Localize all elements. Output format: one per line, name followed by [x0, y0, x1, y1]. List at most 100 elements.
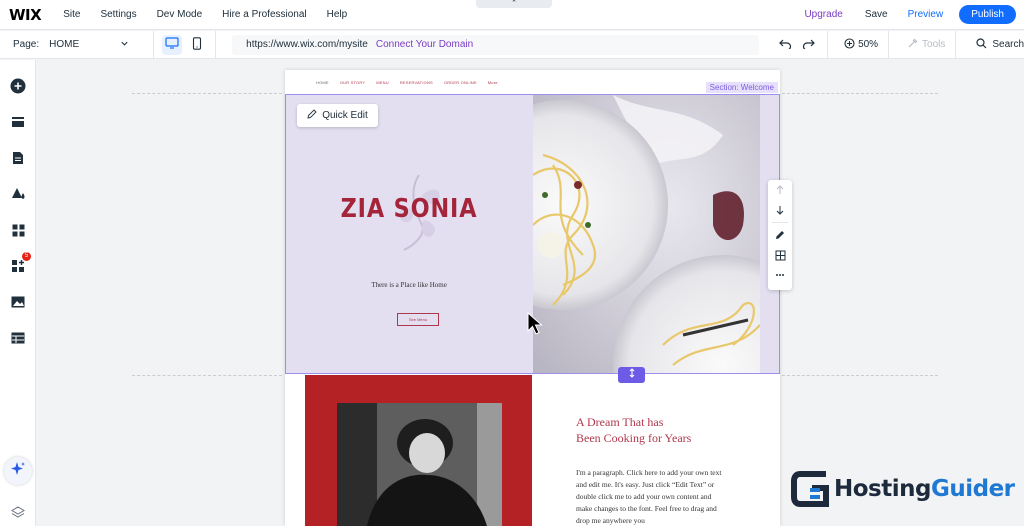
menu-hire-professional[interactable]: Hire a Professional [222, 9, 306, 20]
zoom-control[interactable]: 50% [844, 37, 879, 52]
section-guide-line [782, 375, 938, 376]
publish-button[interactable]: Publish [959, 5, 1016, 24]
tools-icon [907, 38, 918, 52]
undo-icon[interactable] [779, 37, 792, 52]
url-bar: https://www.wix.com/mysite Connect Your … [232, 34, 760, 55]
divider [152, 30, 154, 59]
page-label: Page: [13, 39, 40, 50]
search-button[interactable]: Search [976, 37, 1024, 52]
site-url: https://www.wix.com/mysite [246, 39, 368, 50]
story-heading[interactable]: A Dream That has Been Cooking for Years [576, 414, 726, 446]
divider [215, 30, 217, 59]
section-resize-handle[interactable] [618, 367, 645, 383]
arrow-up-icon [776, 185, 784, 194]
section-label: Section: Welcome [705, 82, 778, 93]
menu-dev-mode[interactable]: Dev Mode [157, 9, 203, 20]
design-icon[interactable] [9, 185, 27, 203]
wix-logo[interactable]: WIX [9, 6, 42, 24]
section-guide-line [132, 93, 282, 94]
site-canvas[interactable]: HOME OUR STORY MENU RESERVATIONS ORDER O… [285, 70, 780, 526]
chevron-down-icon [120, 39, 129, 51]
site-title[interactable]: ZIA SONIA [302, 194, 515, 224]
section-guide-line [782, 93, 938, 94]
brush-icon [776, 231, 784, 239]
apps-icon[interactable] [9, 221, 27, 239]
media-icon[interactable] [9, 293, 27, 311]
mobile-icon [192, 36, 202, 53]
move-down-button[interactable] [768, 200, 792, 220]
sparkle-icon [10, 461, 26, 482]
site-nav-more[interactable]: More [488, 80, 498, 85]
upgrade-link[interactable]: Upgrade [804, 9, 842, 20]
collapse-topbar-handle[interactable]: ⌃ [476, 0, 552, 8]
site-nav-reservations[interactable]: RESERVATIONS [400, 80, 433, 85]
search-label: Search [992, 39, 1024, 50]
menu-site[interactable]: Site [63, 9, 80, 20]
divider [888, 30, 890, 59]
zoom-value: 50% [858, 39, 879, 50]
more-horizontal-icon [776, 274, 784, 276]
preview-button[interactable]: Preview [908, 9, 944, 20]
more-options-button[interactable] [768, 265, 792, 285]
layout-icon [775, 250, 785, 260]
top-actions: Upgrade Save Preview Publish [804, 5, 1024, 24]
move-up-button[interactable] [768, 180, 792, 200]
search-icon [976, 37, 987, 52]
divider [955, 30, 957, 59]
divider [827, 30, 829, 59]
ai-assistant-button[interactable] [4, 457, 32, 485]
story-heading-line2: Been Cooking for Years [576, 431, 692, 445]
tools-label: Tools [922, 39, 946, 50]
notification-badge: 5 [22, 252, 31, 261]
section-guide-line [132, 375, 282, 376]
cms-icon[interactable] [9, 329, 27, 347]
layout-button[interactable] [768, 245, 792, 265]
chef-photo[interactable] [337, 403, 502, 526]
watermark-text-guider: Guider [930, 476, 1015, 502]
redo-icon[interactable] [802, 37, 815, 52]
story-paragraph[interactable]: I'm a paragraph. Click here to add your … [576, 467, 724, 526]
hero-image[interactable] [533, 94, 760, 374]
story-heading-line1: A Dream That has [576, 415, 664, 429]
add-section-icon[interactable] [9, 113, 27, 131]
chef-photo-image [337, 403, 502, 526]
edit-design-button[interactable] [768, 225, 792, 245]
divider [772, 222, 788, 223]
mobile-view-button[interactable] [186, 35, 207, 55]
connect-domain-link[interactable]: Connect Your Domain [376, 39, 473, 50]
page-selector[interactable]: HOME [49, 39, 129, 51]
save-button[interactable]: Save [865, 9, 888, 20]
menu-help[interactable]: Help [327, 9, 348, 20]
quick-edit-label: Quick Edit [322, 110, 368, 121]
pages-icon[interactable] [9, 149, 27, 167]
desktop-view-button[interactable] [161, 34, 183, 55]
tools-button[interactable]: Tools [907, 38, 945, 52]
hostingguider-logo-icon [791, 471, 829, 507]
zoom-icon [844, 37, 855, 52]
add-elements-icon[interactable] [9, 77, 27, 95]
hero-left-panel[interactable] [285, 94, 533, 374]
menu-settings[interactable]: Settings [100, 9, 136, 20]
quick-edit-button[interactable]: Quick Edit [297, 104, 378, 127]
watermark-text-hosting: Hosting [834, 476, 931, 502]
hostingguider-watermark: Hosting Guider [790, 468, 1015, 510]
pasta-photo [533, 95, 760, 373]
resize-vertical-icon [629, 368, 634, 378]
main-menu: Site Settings Dev Mode Hire a Profession… [63, 9, 367, 20]
section-floating-toolbar [768, 180, 792, 290]
pencil-icon [307, 109, 317, 122]
site-tagline[interactable]: There is a Place like Home [285, 281, 533, 289]
mouse-pointer-icon [527, 311, 543, 341]
business-apps-icon[interactable]: 5 [9, 252, 31, 275]
site-nav-order-online[interactable]: ORDER ONLINE [444, 80, 477, 85]
see-menu-button[interactable]: See Menu [397, 313, 439, 326]
site-nav-menu[interactable]: MENU [376, 80, 389, 85]
editor-toolbar: Page: HOME https://www.wix.com/mysite Co… [0, 30, 1024, 59]
desktop-icon [165, 37, 179, 52]
site-nav-home[interactable]: HOME [316, 80, 329, 85]
arrow-down-icon [776, 206, 784, 215]
layers-icon[interactable] [9, 504, 27, 522]
site-nav-our-story[interactable]: OUR STORY [340, 80, 365, 85]
page-selector-value: HOME [49, 38, 80, 50]
undo-redo [779, 37, 815, 52]
